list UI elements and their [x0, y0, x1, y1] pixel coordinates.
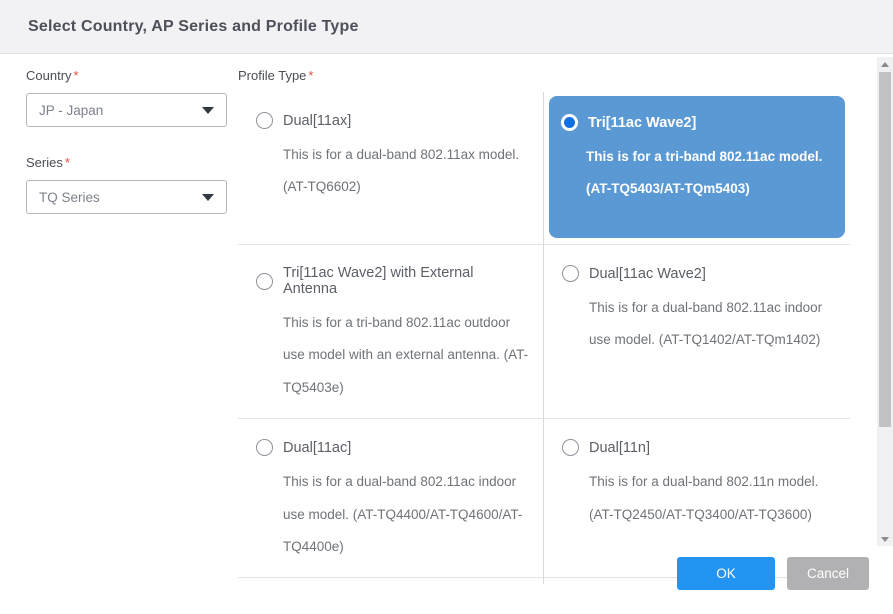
option-header[interactable]: Dual[11ac Wave2]: [562, 265, 836, 282]
option-description: This is for a tri-band 802.11ac model. (…: [586, 141, 837, 206]
scroll-up-icon[interactable]: [877, 57, 893, 71]
series-field: Series* TQ Series: [26, 154, 227, 214]
profile-type-label: Profile Type: [238, 68, 306, 83]
country-label: Country: [26, 68, 72, 83]
series-label: Series: [26, 155, 63, 170]
option-label: Dual[11ac]: [283, 440, 351, 456]
option-description: This is for a dual-band 802.11n model. (…: [589, 466, 836, 531]
option-header[interactable]: Dual[11ac]: [256, 439, 529, 456]
profile-type-required-asterisk: *: [308, 68, 313, 83]
profile-option-tri-11ac-wave2-ext-antenna[interactable]: Tri[11ac Wave2] with External Antenna Th…: [238, 245, 544, 419]
option-header[interactable]: Dual[11ax]: [256, 112, 529, 129]
series-select-value: TQ Series: [39, 190, 100, 205]
chevron-down-icon: [202, 194, 214, 201]
profile-option-dual-11ac[interactable]: Dual[11ac] This is for a dual-band 802.1…: [238, 419, 544, 578]
vertical-scrollbar[interactable]: [877, 57, 893, 546]
profile-option-tri-11ac-wave2-selected[interactable]: Tri[11ac Wave2] This is for a tri-band 8…: [549, 96, 845, 238]
series-select[interactable]: TQ Series: [26, 180, 227, 214]
country-select-value: JP - Japan: [39, 103, 103, 118]
dialog-title: Select Country, AP Series and Profile Ty…: [28, 18, 359, 36]
profile-type-field-label: Profile Type*: [238, 67, 850, 85]
option-description: This is for a dual-band 802.11ac indoor …: [283, 466, 529, 563]
chevron-down-icon: [202, 107, 214, 114]
left-form-panel: Country* JP - Japan Series* TQ Series: [26, 67, 227, 214]
radio-unchecked-icon[interactable]: [256, 439, 273, 456]
profile-option-tri-11ac-wave2-wrap: Tri[11ac Wave2] This is for a tri-band 8…: [544, 92, 850, 245]
series-required-asterisk: *: [65, 155, 70, 170]
country-required-asterisk: *: [74, 68, 79, 83]
profile-option-dual-11ax[interactable]: Dual[11ax] This is for a dual-band 802.1…: [238, 92, 544, 245]
option-header[interactable]: Tri[11ac Wave2]: [561, 114, 837, 131]
option-label: Tri[11ac Wave2]: [588, 115, 696, 131]
scrollbar-thumb[interactable]: [879, 72, 891, 427]
profile-type-panel: Profile Type* Dual[11ax] This is for a d…: [238, 67, 850, 584]
profile-option-dual-11ac-wave2[interactable]: Dual[11ac Wave2] This is for a dual-band…: [544, 245, 850, 419]
country-select[interactable]: JP - Japan: [26, 93, 227, 127]
select-profile-dialog: { "dialog": { "title": "Select Country, …: [0, 0, 893, 614]
option-description: This is for a dual-band 802.11ac indoor …: [589, 292, 836, 357]
dialog-header: Select Country, AP Series and Profile Ty…: [0, 0, 893, 54]
option-label: Dual[11ac Wave2]: [589, 266, 706, 282]
option-label: Tri[11ac Wave2] with External Antenna: [283, 265, 529, 297]
radio-unchecked-icon[interactable]: [256, 273, 273, 290]
option-header[interactable]: Dual[11n]: [562, 439, 836, 456]
option-label: Dual[11n]: [589, 440, 650, 456]
radio-unchecked-icon[interactable]: [562, 439, 579, 456]
option-description: This is for a tri-band 802.11ac outdoor …: [283, 307, 529, 404]
radio-checked-icon[interactable]: [561, 114, 578, 131]
cancel-button[interactable]: Cancel: [787, 557, 869, 590]
country-field: Country* JP - Japan: [26, 67, 227, 127]
profile-option-dual-11n[interactable]: Dual[11n] This is for a dual-band 802.11…: [544, 419, 850, 578]
option-header[interactable]: Tri[11ac Wave2] with External Antenna: [256, 265, 529, 297]
profile-options-grid: Dual[11ax] This is for a dual-band 802.1…: [238, 92, 850, 578]
option-label: Dual[11ax]: [283, 113, 351, 129]
radio-unchecked-icon[interactable]: [256, 112, 273, 129]
radio-unchecked-icon[interactable]: [562, 265, 579, 282]
scroll-down-icon[interactable]: [877, 532, 893, 546]
ok-button[interactable]: OK: [677, 557, 775, 590]
option-description: This is for a dual-band 802.11ax model. …: [283, 139, 529, 204]
